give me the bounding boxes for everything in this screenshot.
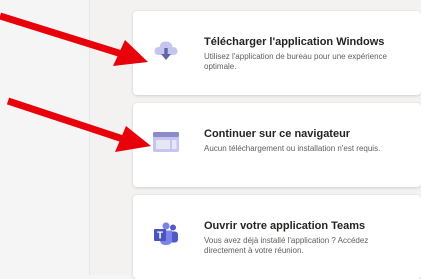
left-panel: [0, 0, 90, 275]
card-description: Utilisez l'application de bureau pour un…: [204, 52, 387, 71]
cloud-download-icon: [151, 35, 181, 65]
card-description: Vous avez déjà installé l'application ? …: [204, 236, 369, 255]
open-teams-app-card[interactable]: T Ouvrir votre application Teams Vous av…: [133, 195, 421, 279]
card-title: Continuer sur ce navigateur: [204, 128, 351, 140]
card-description: Aucun téléchargement ou installation n'e…: [204, 144, 381, 153]
download-windows-app-card[interactable]: Télécharger l'application Windows Utilis…: [133, 11, 421, 95]
continue-browser-card[interactable]: Continuer sur ce navigateur Aucun téléch…: [133, 103, 421, 187]
browser-window-icon: [151, 127, 181, 157]
svg-text:T: T: [157, 231, 163, 242]
teams-logo-icon: T: [151, 219, 181, 249]
card-title: Télécharger l'application Windows: [204, 36, 385, 48]
card-title: Ouvrir votre application Teams: [204, 220, 366, 232]
